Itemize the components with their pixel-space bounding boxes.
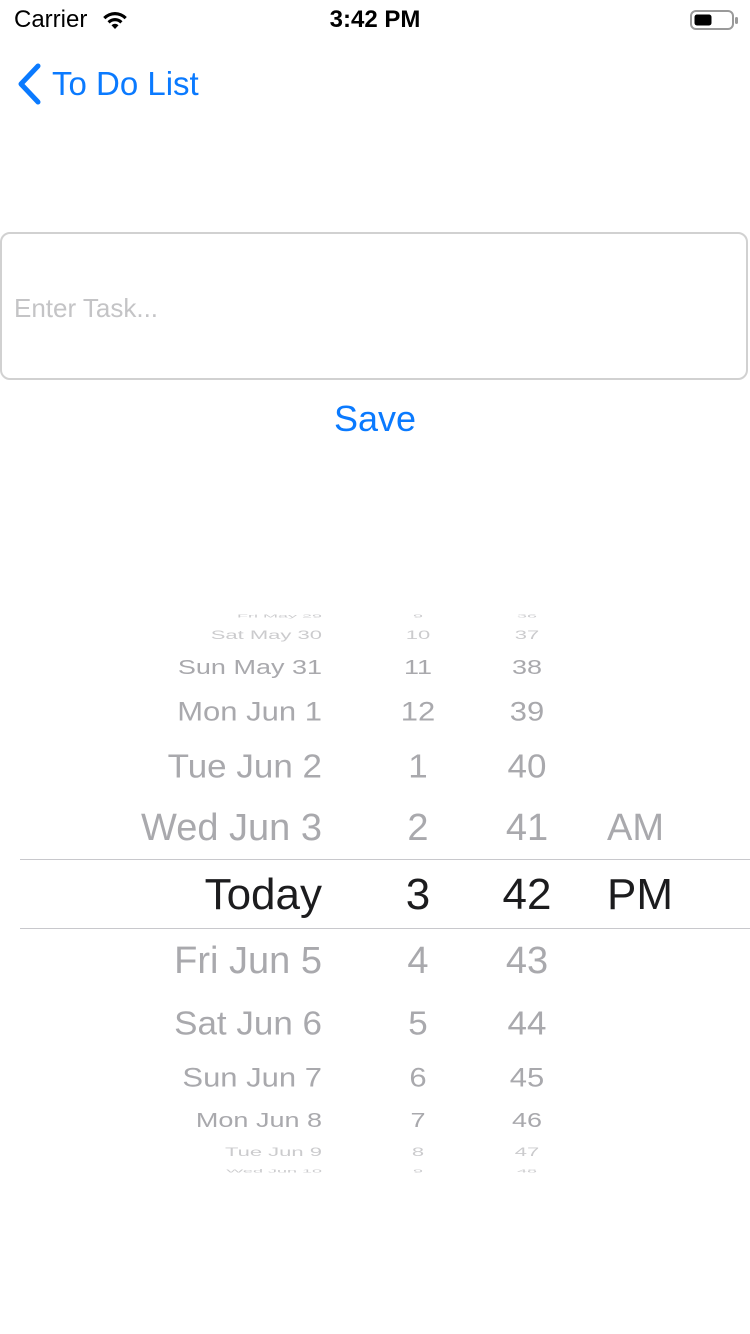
picker-hour-item[interactable]: 6 [380,1063,456,1090]
picker-minute-item[interactable]: 42 [486,873,568,917]
picker-minute-item[interactable]: 45 [486,1063,568,1090]
picker-minute-item[interactable]: 43 [486,942,568,980]
picker-minute-item[interactable]: 39 [486,697,568,724]
picker-date-item[interactable]: Fri Jun 5 [174,942,322,980]
picker-minute-item[interactable]: 41 [486,809,568,847]
picker-column-period[interactable]: AM PM [607,600,707,1180]
picker-column-date[interactable]: Fri May 29 Sat May 30 Sun May 31 Mon Jun 1 T… [0,600,322,1180]
save-button[interactable]: Save [0,394,750,444]
picker-date-item[interactable]: Wed Jun 3 [141,809,322,847]
screen: Carrier 3:42 PM To Do List Save Fri May … [0,0,750,1334]
back-button-label: To Do List [52,65,199,102]
picker-hour-item[interactable]: 12 [380,697,456,724]
picker-minute-item[interactable]: 38 [486,657,568,677]
picker-date-item[interactable]: Fri May 29 [237,614,322,619]
picker-minute-item[interactable]: 36 [486,614,568,619]
picker-hour-item[interactable]: 7 [380,1110,456,1130]
picker-column-minute[interactable]: 36 37 38 39 40 41 42 43 44 45 46 47 48 [486,600,568,1180]
picker-date-item[interactable]: Tue Jun 9 [225,1146,322,1158]
task-input[interactable] [14,284,734,332]
date-picker[interactable]: Fri May 29 Sat May 30 Sun May 31 Mon Jun 1 T… [0,600,750,1180]
picker-minute-item[interactable]: 47 [486,1146,568,1158]
picker-date-item[interactable]: Sat Jun 6 [174,1006,322,1039]
picker-hour-item[interactable]: 5 [380,1006,456,1039]
picker-period-item[interactable]: PM [607,873,673,917]
picker-column-hour[interactable]: 9 10 11 12 1 2 3 4 5 6 7 8 9 [380,600,456,1180]
picker-hour-item[interactable]: 9 [380,1169,456,1174]
picker-date-item[interactable]: Tue Jun 2 [168,749,322,782]
picker-date-item[interactable]: Sun Jun 7 [182,1063,322,1090]
back-button[interactable]: To Do List [16,60,199,108]
chevron-left-icon [18,63,41,105]
picker-date-item[interactable]: Wed Jun 10 [226,1169,322,1174]
picker-hour-item[interactable]: 11 [380,657,456,677]
picker-minute-item[interactable]: 37 [486,629,568,641]
picker-hour-item[interactable]: 9 [380,614,456,619]
picker-hour-item[interactable]: 10 [380,629,456,641]
picker-hour-item[interactable]: 3 [380,873,456,917]
picker-minute-item[interactable]: 44 [486,1006,568,1039]
picker-hour-item[interactable]: 2 [380,809,456,847]
status-time: 3:42 PM [329,6,421,33]
picker-period-item[interactable]: AM [607,809,664,847]
status-bar: Carrier 3:42 PM [0,0,750,40]
picker-date-item[interactable]: Mon Jun 1 [177,697,322,724]
picker-date-item[interactable]: Mon Jun 8 [196,1110,322,1130]
picker-minute-item[interactable]: 48 [486,1169,568,1174]
picker-date-item[interactable]: Today [205,873,322,917]
picker-minute-item[interactable]: 40 [486,749,568,782]
picker-hour-item[interactable]: 4 [380,942,456,980]
picker-hour-item[interactable]: 1 [380,749,456,782]
picker-date-item[interactable]: Sun May 31 [178,657,322,677]
battery-icon [690,10,738,30]
picker-minute-item[interactable]: 46 [486,1110,568,1130]
picker-hour-item[interactable]: 8 [380,1146,456,1158]
picker-date-item[interactable]: Sat May 30 [211,629,322,641]
task-input-container [0,232,748,380]
